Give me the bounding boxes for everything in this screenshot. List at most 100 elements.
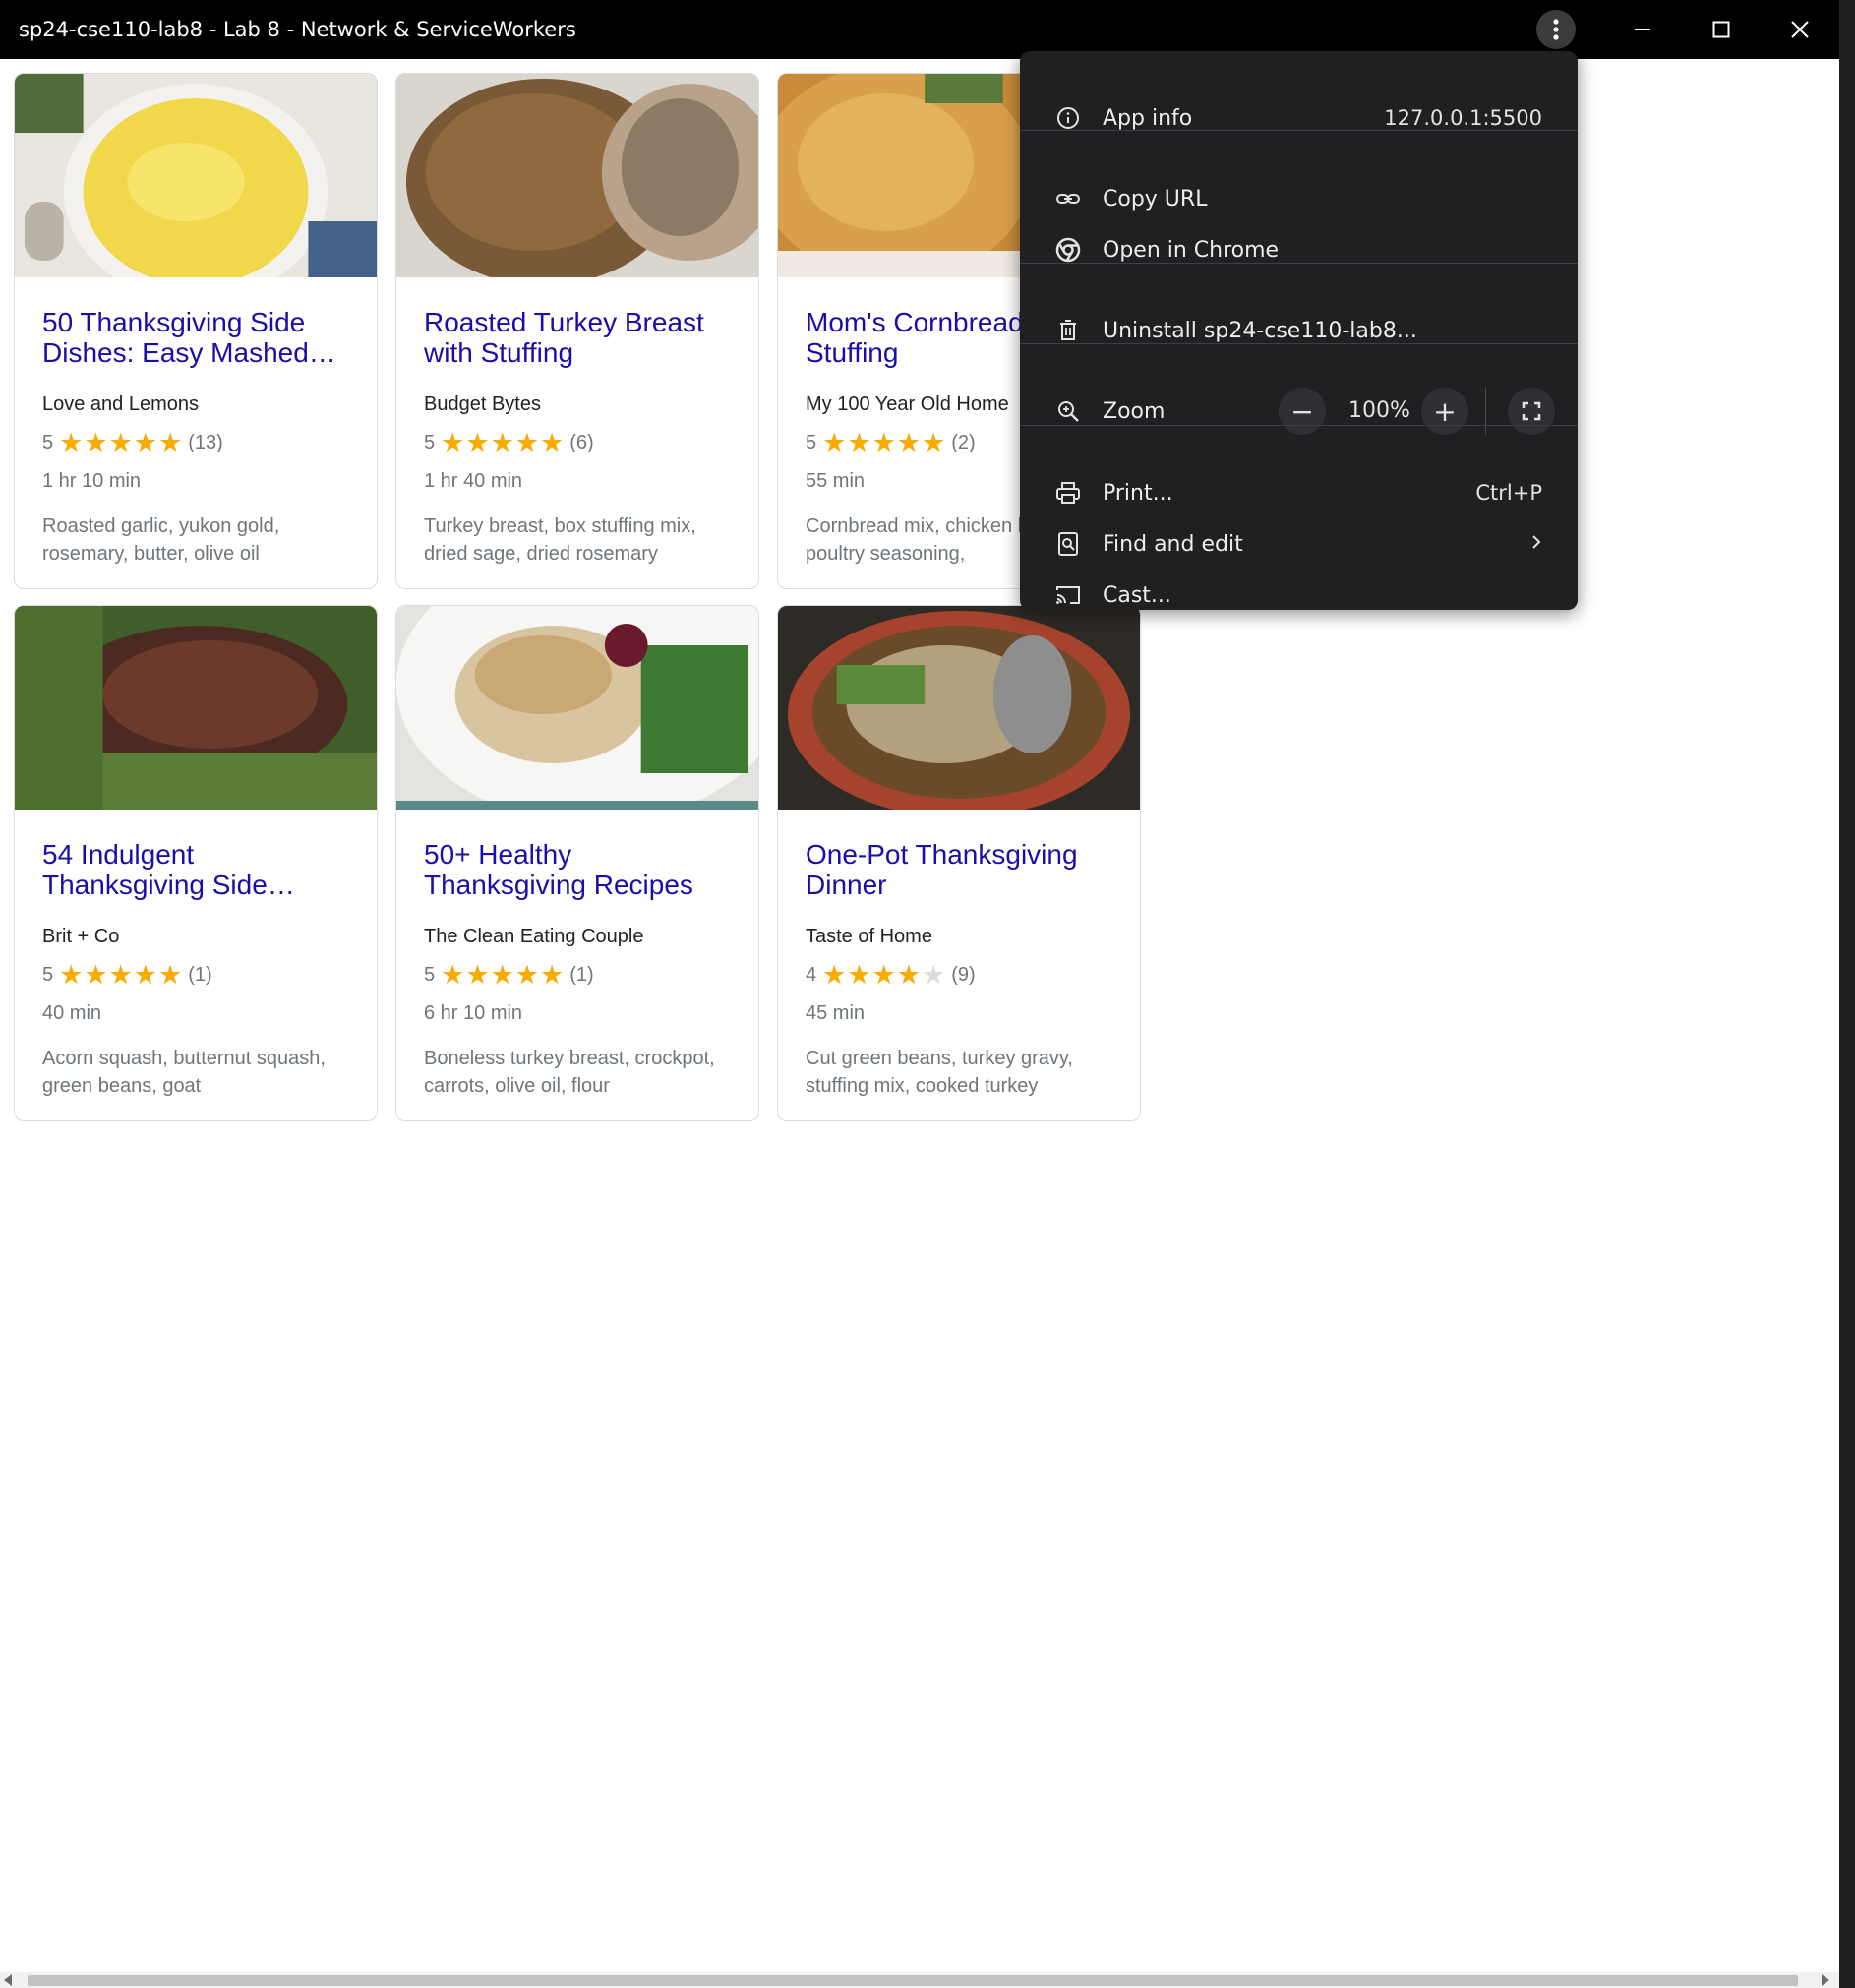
star-filled-icon: ★ [540,960,565,990]
background-window-edge [1839,0,1855,1988]
print-shortcut: Ctrl+P [1475,481,1542,505]
star-filled-icon: ★ [847,428,871,457]
star-filled-icon: ★ [441,428,465,457]
star-filled-icon: ★ [871,960,896,990]
star-filled-icon: ★ [871,428,896,457]
menu-item-label: Zoom [1103,398,1166,424]
recipe-title[interactable]: Roasted Turkey Breast with Stuffing [424,307,731,368]
menu-item-label: Open in Chrome [1103,237,1280,263]
minimize-button[interactable] [1623,10,1662,49]
maximize-button[interactable] [1702,10,1741,49]
menu-item-copy-url[interactable]: Copy URL [1020,173,1578,224]
zoom-out-button[interactable]: − [1279,388,1326,435]
recipe-source: Brit + Co [42,926,120,947]
star-filled-icon: ★ [465,428,490,457]
zoom-divider [1485,388,1486,435]
recipe-image-one-pot-dinner [778,606,1140,817]
recipe-source: Budget Bytes [424,393,541,415]
zoom-icon [1055,398,1081,424]
recipe-ingredients: Cut green beans, turkey gravy, stuffing … [806,1048,1073,1097]
scrollbar-thumb[interactable] [28,1975,1798,1986]
recipe-rating: 5 ★ ★ ★ ★ ★ (1) [424,962,731,989]
menu-item-cast[interactable]: Cast... [1020,570,1578,621]
review-count: (13) [188,432,223,453]
star-filled-icon: ★ [59,428,84,457]
recipe-ingredients: Boneless turkey breast, crockpot, carrot… [424,1048,715,1097]
scroll-left-arrow[interactable] [4,1974,12,1986]
rating-stars: ★ ★ ★ ★ ★ [822,962,945,989]
star-filled-icon: ★ [108,960,133,990]
recipe-image-mashed-potatoes [15,74,377,300]
horizontal-scrollbar[interactable] [0,1972,1839,1988]
app-menu-button[interactable] [1536,10,1576,49]
recipe-image-healthy-turkey [396,606,758,822]
menu-item-find-and-edit[interactable]: Find and edit [1020,518,1578,570]
recipe-rating: 5 ★ ★ ★ ★ ★ (6) [424,430,731,456]
trash-icon [1055,318,1081,343]
scroll-right-arrow[interactable] [1822,1974,1829,1986]
menu-item-label: Cast... [1103,582,1171,608]
recipe-card[interactable]: 50+ Healthy Thanksgiving Recipes The Cle… [395,605,759,1121]
star-filled-icon: ★ [465,960,490,990]
menu-item-label: App info [1103,105,1193,131]
recipe-title[interactable]: 50+ Healthy Thanksgiving Recipes [424,839,731,900]
review-count: (9) [951,964,976,986]
review-count: (1) [569,964,594,986]
zoom-level: 100% [1348,398,1410,423]
rating-stars: ★ ★ ★ ★ ★ [822,430,945,456]
link-icon [1055,186,1081,211]
star-filled-icon: ★ [514,960,539,990]
recipe-card[interactable]: One-Pot Thanksgiving Dinner Taste of Hom… [777,605,1141,1121]
review-count: (6) [569,432,594,453]
recipe-card[interactable]: 54 Indulgent Thanksgiving Side Dishes Br… [14,605,378,1121]
menu-item-open-in-chrome[interactable]: Open in Chrome [1020,224,1578,275]
menu-item-zoom: Zoom − 100% + [1020,386,1578,437]
review-count: (1) [188,964,212,986]
star-filled-icon: ★ [822,960,847,990]
recipe-rating: 4 ★ ★ ★ ★ ★ (9) [806,962,1112,989]
recipe-card[interactable]: Roasted Turkey Breast with Stuffing Budg… [395,73,759,589]
menu-item-print[interactable]: Print... Ctrl+P [1020,467,1578,518]
app-origin: 127.0.0.1:5500 [1384,106,1542,130]
chevron-right-icon [1530,532,1542,556]
review-count: (2) [951,432,976,453]
rating-stars: ★ ★ ★ ★ ★ [59,430,182,456]
recipe-title[interactable]: 54 Indulgent Thanksgiving Side Dishes [42,839,349,900]
rating-value: 5 [424,964,436,986]
menu-separator [1020,130,1578,131]
recipe-title[interactable]: 50 Thanksgiving Side Dishes: Easy Mashed… [42,307,349,368]
star-empty-icon: ★ [922,960,946,990]
recipe-time: 1 hr 40 min [424,470,523,492]
find-page-icon [1055,531,1081,557]
recipe-time: 40 min [42,1002,102,1024]
recipe-source: Love and Lemons [42,393,200,415]
maximize-icon [1712,21,1730,38]
recipe-source: Taste of Home [806,926,932,947]
star-filled-icon: ★ [108,428,133,457]
rating-value: 5 [42,964,54,986]
chrome-icon [1055,237,1081,263]
star-filled-icon: ★ [896,960,921,990]
star-filled-icon: ★ [158,428,183,457]
menu-item-uninstall[interactable]: Uninstall sp24-cse110-lab8... [1020,305,1578,356]
rating-value: 4 [806,964,817,986]
menu-item-app-info[interactable]: App info 127.0.0.1:5500 [1020,92,1578,144]
menu-separator [1020,425,1578,426]
recipe-card[interactable]: 50 Thanksgiving Side Dishes: Easy Mashed… [14,73,378,589]
star-filled-icon: ★ [441,960,465,990]
star-filled-icon: ★ [158,960,183,990]
more-vert-icon [1553,19,1559,40]
fullscreen-button[interactable] [1508,388,1555,435]
app-menu: App info 127.0.0.1:5500 Copy URL Open in… [1020,51,1578,610]
minimize-icon [1635,29,1650,30]
menu-item-label: Copy URL [1103,186,1208,211]
star-filled-icon: ★ [59,960,84,990]
zoom-in-button[interactable]: + [1421,388,1468,435]
recipe-time: 45 min [806,1002,866,1024]
rating-stars: ★ ★ ★ ★ ★ [441,430,564,456]
star-filled-icon: ★ [490,428,514,457]
star-filled-icon: ★ [540,428,565,457]
recipe-title[interactable]: One-Pot Thanksgiving Dinner [806,839,1112,900]
close-button[interactable] [1780,10,1820,49]
recipe-time: 6 hr 10 min [424,1002,523,1024]
